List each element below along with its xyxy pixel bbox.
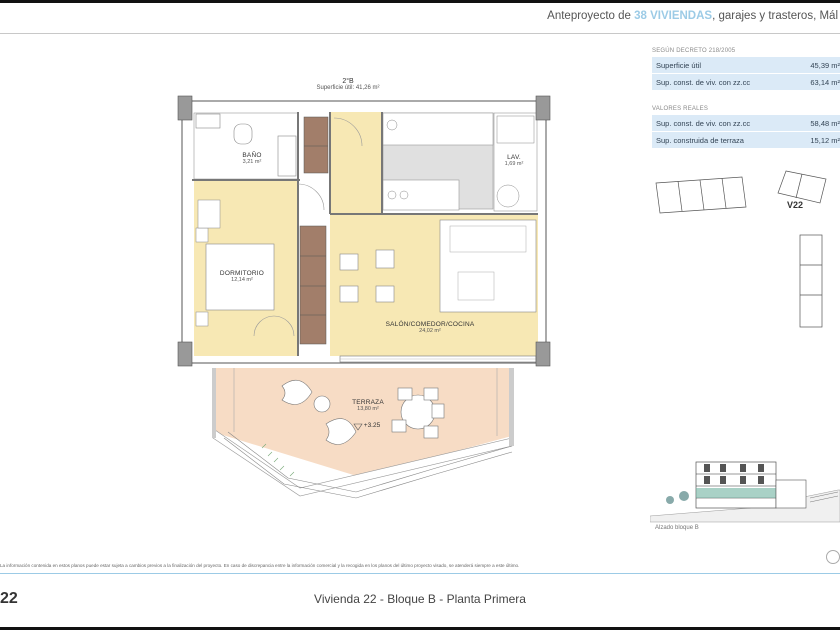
table-row: Sup. const. de viv. con zz.cc 58,48 m² [652, 115, 840, 132]
elevation-drawing [650, 461, 840, 523]
footer-divider [0, 573, 840, 574]
unit-label-block: 2°B Superficie útil: 41,26 m² [316, 78, 379, 91]
real-values-table: VALORES REALES Sup. const. de viv. con z… [652, 106, 840, 149]
table-row: Sup. const. de viv. con zz.cc 63,14 m² [652, 74, 840, 91]
elevation-caption: Alzado bloque B [655, 525, 699, 531]
hallway-floor [330, 112, 382, 214]
room-label-lav: LAV. 1,69 m² [504, 154, 524, 167]
real-values-caption: VALORES REALES [652, 106, 709, 112]
room-label-terraza: TERRAZA 13,80 m² [352, 399, 384, 412]
table-row: Sup. construida de terraza 15,12 m² [652, 132, 840, 149]
decree-table: SEGÚN DECRETO 218/2005 Superficie útil 45… [652, 48, 840, 91]
wardrobe-strip [299, 116, 329, 345]
decree-caption: SEGÚN DECRETO 218/2005 [652, 48, 736, 54]
sofa [439, 219, 537, 313]
unit-label: 2°B [342, 78, 354, 85]
footer-title: Vivienda 22 - Bloque B - Planta Primera [314, 592, 526, 606]
floor-level: +3.25 [363, 422, 381, 429]
room-label-salon: SALÓN/COMEDOR/COCINA 24,02 m² [385, 321, 475, 334]
table-row: Superficie útil 45,39 m² [652, 57, 840, 74]
bathroom [193, 112, 299, 180]
compass-icon [826, 550, 840, 564]
room-label-bano: BAÑO 3,21 m² [242, 152, 262, 165]
key-plan [655, 170, 827, 328]
key-plan-label: V22 [787, 200, 804, 210]
disclaimer-text: La información contenida en estos planos… [0, 563, 520, 568]
room-label-dormitorio: DORMITORIO 12,14 m² [219, 270, 265, 283]
unit-area: Superficie útil: 41,26 m² [316, 85, 380, 91]
